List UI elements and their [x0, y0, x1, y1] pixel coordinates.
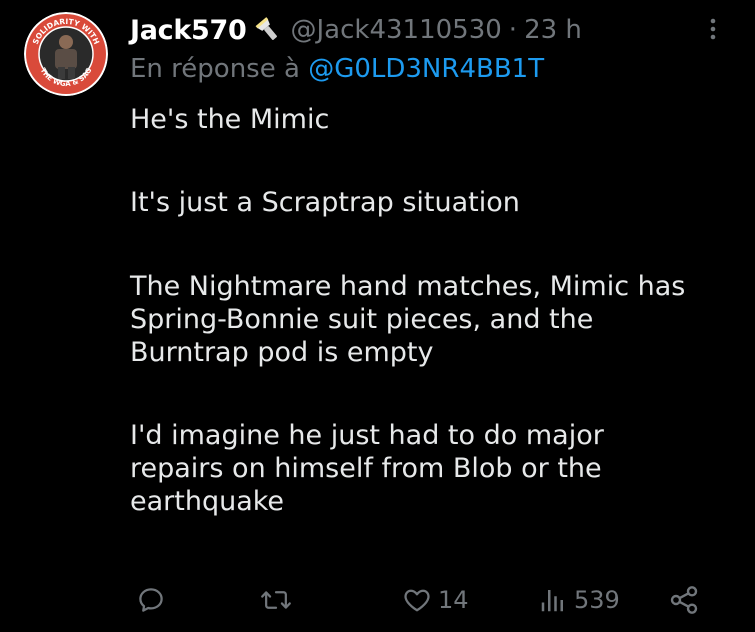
share-icon — [668, 584, 700, 616]
views-count: 539 — [574, 586, 620, 614]
text-line: Burntrap pod is empty — [130, 337, 434, 368]
reply-context: En réponse à @G0LD3NR4BB1T — [130, 54, 544, 84]
text-line: The Nightmare hand matches, Mimic has — [130, 271, 686, 302]
retweet-icon — [260, 585, 292, 615]
paragraph: I'd imagine he just had to do major repa… — [130, 419, 740, 518]
separator-dot: · — [508, 15, 518, 45]
avatar[interactable]: SOLIDARITY WITH THE WGA & SAG — [24, 12, 108, 96]
user-handle[interactable]: @Jack43110530 — [291, 15, 502, 45]
reply-button[interactable] — [136, 580, 172, 620]
tweet-header: Jack570 @Jack43110530 · 23 h — [130, 10, 730, 50]
text-line: I'd imagine he just had to do major — [130, 420, 604, 451]
paragraph: He's the Mimic — [130, 103, 740, 136]
views-button[interactable]: 539 — [538, 580, 620, 620]
share-button[interactable] — [668, 580, 700, 620]
like-count: 14 — [438, 586, 469, 614]
timestamp[interactable]: 23 h — [524, 15, 582, 45]
text-line: Spring-Bonnie suit pieces, and the — [130, 304, 594, 335]
tweet-text: He's the Mimic It's just a Scraptrap sit… — [130, 103, 740, 518]
text-line: earthquake — [130, 486, 285, 517]
text-line: It's just a Scraptrap situation — [130, 187, 520, 218]
reply-icon — [136, 585, 166, 615]
reply-mention-link[interactable]: @G0LD3NR4BB1T — [308, 54, 544, 84]
views-icon — [538, 585, 568, 615]
action-bar: 14 539 — [130, 580, 730, 620]
retweet-button[interactable] — [260, 580, 298, 620]
reply-prefix: En réponse à — [130, 54, 300, 84]
more-options-icon[interactable] — [704, 14, 722, 44]
text-line: repairs on himself from Blob or the — [130, 453, 602, 484]
like-button[interactable]: 14 — [402, 580, 469, 620]
paragraph: The Nightmare hand matches, Mimic has Sp… — [130, 270, 740, 369]
flashlight-icon — [253, 15, 283, 45]
text-line: He's the Mimic — [130, 104, 330, 135]
avatar-image: SOLIDARITY WITH THE WGA & SAG — [24, 12, 108, 96]
heart-icon — [402, 585, 432, 615]
paragraph: It's just a Scraptrap situation — [130, 186, 740, 219]
display-name[interactable]: Jack570 — [130, 15, 247, 46]
